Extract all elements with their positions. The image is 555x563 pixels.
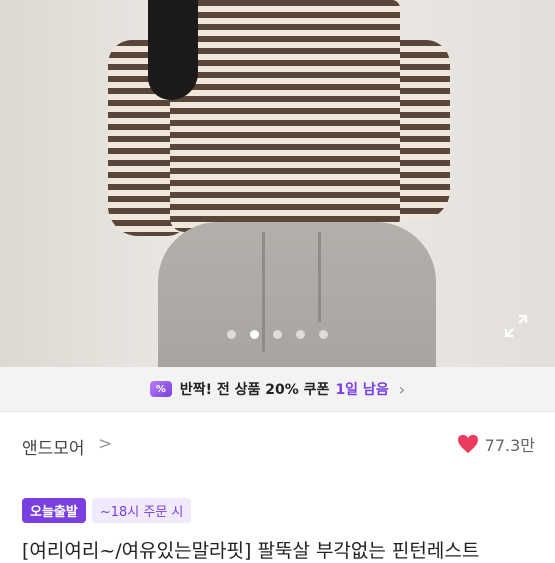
heart-icon <box>457 434 478 454</box>
carousel-dot-active[interactable] <box>250 330 259 339</box>
today-shipping-badge: 오늘출발 <box>22 498 86 523</box>
photo-striped-shirt <box>170 0 400 232</box>
like-count: 77.3만 <box>484 436 535 455</box>
seller-row: 앤드모어 > 77.3만 <box>0 411 555 476</box>
expand-icon[interactable] <box>503 313 529 339</box>
photo-hair <box>148 0 198 100</box>
shipping-badges: 오늘출발 ~18시 주문 시 <box>22 498 192 523</box>
seller-name-link[interactable]: 앤드모어 <box>22 434 85 459</box>
chevron-right-icon[interactable]: > <box>98 434 112 454</box>
order-cutoff-badge: ~18시 주문 시 <box>91 498 192 523</box>
carousel-dot[interactable] <box>319 330 328 339</box>
chevron-right-icon: › <box>398 379 406 399</box>
coupon-deadline: 1일 남음 <box>335 382 389 398</box>
photo-drawstring <box>318 232 321 322</box>
carousel-dot[interactable] <box>296 330 305 339</box>
product-image-carousel[interactable] <box>0 0 555 367</box>
photo-pants <box>158 222 436 367</box>
coupon-text: 반짝! 전 상품 20% 쿠폰 <box>179 382 330 398</box>
carousel-indicator <box>0 330 555 342</box>
carousel-dot[interactable] <box>227 330 236 339</box>
coupon-banner[interactable]: % 반짝! 전 상품 20% 쿠폰 1일 남음 › <box>0 367 555 411</box>
like-button[interactable]: 77.3만 <box>457 432 535 456</box>
carousel-dot[interactable] <box>273 330 282 339</box>
product-title: [여리여리~/여유있는말라핏] 팔뚝살 부각없는 핀턴레스트 <box>22 540 480 562</box>
coupon-percent-icon: % <box>149 381 172 397</box>
